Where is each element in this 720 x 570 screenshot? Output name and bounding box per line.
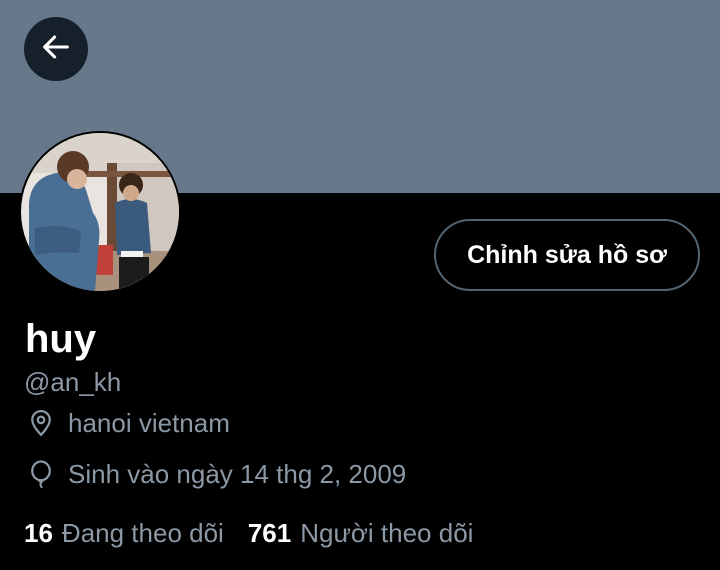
balloon-icon [24,457,58,491]
arrow-left-icon [39,30,73,69]
followers-count: 761 [247,518,292,548]
edit-profile-button[interactable]: Chỉnh sửa hồ sơ [434,219,700,291]
birth-text: Sinh vào ngày 14 thg 2, 2009 [68,459,407,489]
profile-handle: @an_kh [24,367,122,397]
followers-label: Người theo dõi [300,518,474,548]
edit-profile-label: Chỉnh sửa hồ sơ [467,240,667,269]
location-row: hanoi vietnam [24,405,230,441]
following-count: 16 [24,518,53,548]
follow-stats: 16 Đang theo dõi 761 Người theo dõi [24,515,473,551]
profile-name: huy [25,317,97,361]
following-link[interactable]: 16 Đang theo dõi [24,515,224,551]
back-button[interactable] [24,17,88,81]
location-text: hanoi vietnam [68,408,230,438]
location-pin-icon [24,406,58,440]
birth-row: Sinh vào ngày 14 thg 2, 2009 [24,456,406,492]
avatar[interactable] [19,131,181,293]
followers-link[interactable]: 761 Người theo dõi [248,515,474,551]
avatar-photo [21,133,179,291]
following-label: Đang theo dõi [61,518,224,548]
profile-page: Chỉnh sửa hồ sơ huy @an_kh hanoi vietnam… [0,0,720,570]
